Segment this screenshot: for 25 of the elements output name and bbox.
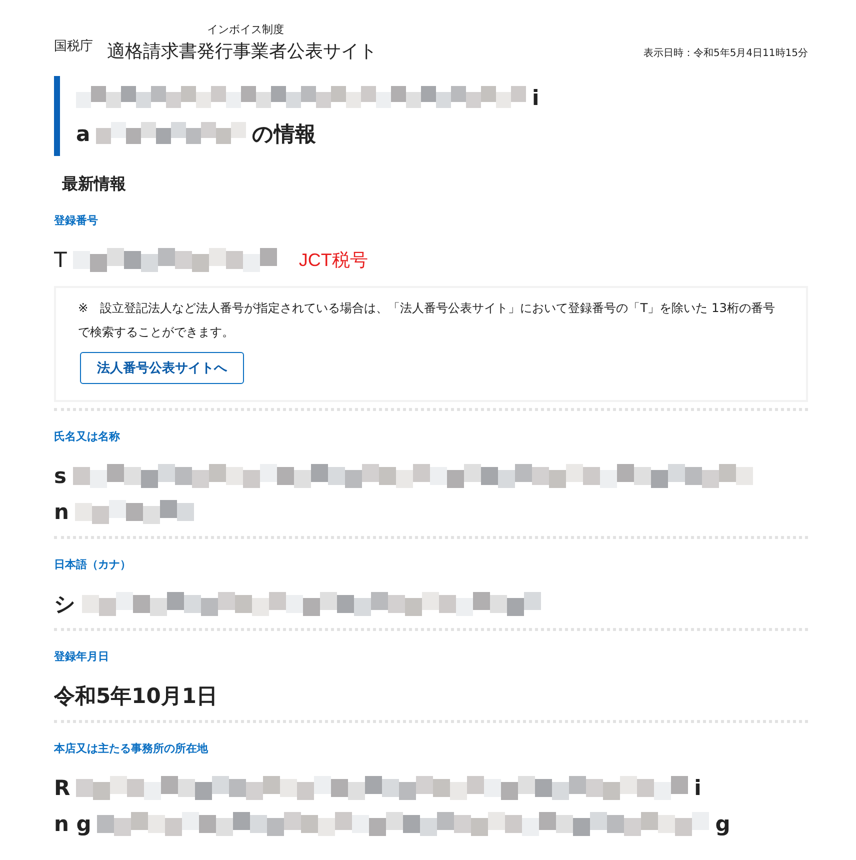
agency-name: 国税庁 (54, 38, 93, 55)
corporate-number-site-button[interactable]: 法人番号公表サイトへ (80, 352, 244, 384)
page-title-text: a (76, 122, 90, 146)
page-title-text: の情報 (252, 121, 316, 148)
field-value: T (54, 248, 67, 272)
field-value: n g (54, 812, 92, 836)
field-value: n (54, 500, 69, 524)
field-value: s (54, 464, 66, 488)
site-title: 適格請求書発行事業者公表サイト (107, 40, 377, 63)
section-heading: 最新情報 (62, 174, 127, 195)
annotation-text: JCT税号 (298, 249, 368, 272)
field-value: i (694, 776, 702, 800)
field-label: 日本語（カナ） (54, 557, 132, 572)
site-subtitle: インボイス制度 (207, 22, 285, 37)
field-value: 令和5年10月1日 (54, 683, 218, 710)
page-title-text: i (532, 86, 540, 110)
field-value: シ (54, 591, 76, 618)
field-label: 登録年月日 (54, 649, 110, 664)
note-text: ※ 設立登記法人など法人番号が指定されている場合は、「法人番号公表サイト」において登録番号の「T」を除いた 13桁の番号で検索することができます。 (78, 300, 776, 341)
field-value: g (715, 812, 730, 836)
field-value: R (54, 776, 70, 800)
field-label: 本店又は主たる事務所の所在地 (54, 741, 209, 756)
field-label: 登録番号 (54, 213, 99, 228)
field-label: 氏名又は名称 (54, 429, 121, 444)
display-time: 表示日時：令和5年5月4日11時15分 (643, 46, 808, 60)
